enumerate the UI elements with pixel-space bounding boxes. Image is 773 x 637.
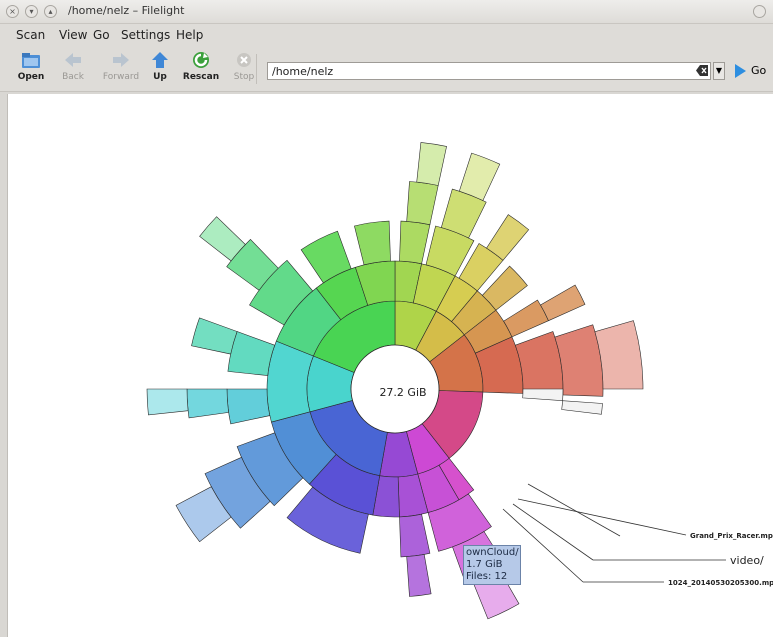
minimize-icon[interactable]: ▾ bbox=[25, 5, 38, 18]
label-grand-prix: Grand_Prix_Racer.mpg bbox=[690, 532, 773, 540]
menu-view[interactable]: View bbox=[59, 28, 87, 42]
address-history-dropdown[interactable]: ▼ bbox=[713, 62, 725, 80]
radial-map[interactable] bbox=[8, 94, 773, 637]
radial-map-area[interactable]: 27.2 GiB ownCloud/ 1.7 GiB Files: 12 Gra… bbox=[7, 94, 773, 637]
maximize-icon[interactable]: ▴ bbox=[44, 5, 57, 18]
window-title: /home/nelz – Filelight bbox=[68, 4, 185, 17]
map-segment-51[interactable] bbox=[416, 142, 447, 186]
folder-open-icon bbox=[22, 53, 40, 68]
map-segment-35[interactable] bbox=[226, 388, 271, 425]
menu-go[interactable]: Go bbox=[93, 28, 110, 42]
map-segment-52[interactable] bbox=[458, 152, 501, 201]
go-button[interactable]: Go bbox=[732, 62, 770, 80]
rescan-button[interactable]: Rescan bbox=[178, 50, 224, 90]
map-segment-49[interactable] bbox=[191, 317, 238, 355]
menu-scan[interactable]: Scan bbox=[16, 28, 45, 42]
open-button[interactable]: Open bbox=[8, 50, 54, 90]
tooltip-name: ownCloud/ bbox=[466, 547, 519, 558]
menu-bar: Scan View Go Settings Help bbox=[0, 24, 773, 46]
stop-icon bbox=[237, 53, 251, 67]
title-bar: × ▾ ▴ /home/nelz – Filelight bbox=[0, 0, 773, 24]
toolbar-separator bbox=[256, 54, 257, 84]
arrow-up-icon bbox=[152, 52, 168, 68]
arrow-right-icon bbox=[113, 53, 129, 67]
address-input[interactable]: /home/nelz bbox=[267, 62, 711, 80]
leader-line-grand-prix-2 bbox=[517, 498, 687, 536]
arrow-left-icon bbox=[65, 53, 81, 67]
clear-icon[interactable] bbox=[696, 64, 708, 77]
leader-line-grand-prix bbox=[527, 483, 621, 537]
tooltip-files: Files: 12 bbox=[466, 571, 508, 582]
go-arrow-icon bbox=[735, 64, 746, 78]
map-segment-25[interactable] bbox=[399, 220, 431, 265]
map-segment-48[interactable] bbox=[186, 388, 229, 419]
close-icon[interactable]: × bbox=[6, 5, 19, 18]
map-segment-43[interactable] bbox=[540, 284, 586, 322]
stop-button[interactable]: Stop bbox=[221, 50, 267, 90]
window-menu-icon[interactable] bbox=[753, 5, 766, 18]
map-segment-40[interactable] bbox=[406, 181, 439, 226]
toolbar: Open Back Forward Up Rescan Stop /home/n… bbox=[0, 46, 773, 92]
menu-help[interactable]: Help bbox=[176, 28, 203, 42]
refresh-icon bbox=[193, 52, 209, 68]
segment-tooltip: ownCloud/ 1.7 GiB Files: 12 bbox=[463, 545, 521, 585]
tooltip-size: 1.7 GiB bbox=[466, 559, 503, 570]
map-segment-32[interactable] bbox=[399, 513, 431, 558]
back-button[interactable]: Back bbox=[50, 50, 96, 90]
label-video: video/ bbox=[730, 554, 764, 567]
label-clip: 1024_20140530205300.mpg bbox=[668, 579, 773, 587]
total-size-label[interactable]: 27.2 GiB bbox=[360, 386, 446, 399]
map-segment-39[interactable] bbox=[354, 220, 391, 266]
up-button[interactable]: Up bbox=[137, 50, 183, 90]
map-segment-58[interactable] bbox=[522, 388, 564, 402]
menu-settings[interactable]: Settings bbox=[121, 28, 170, 42]
map-segment-59[interactable] bbox=[561, 400, 603, 415]
map-segment-56[interactable] bbox=[146, 388, 189, 416]
map-segment-46[interactable] bbox=[406, 554, 432, 597]
